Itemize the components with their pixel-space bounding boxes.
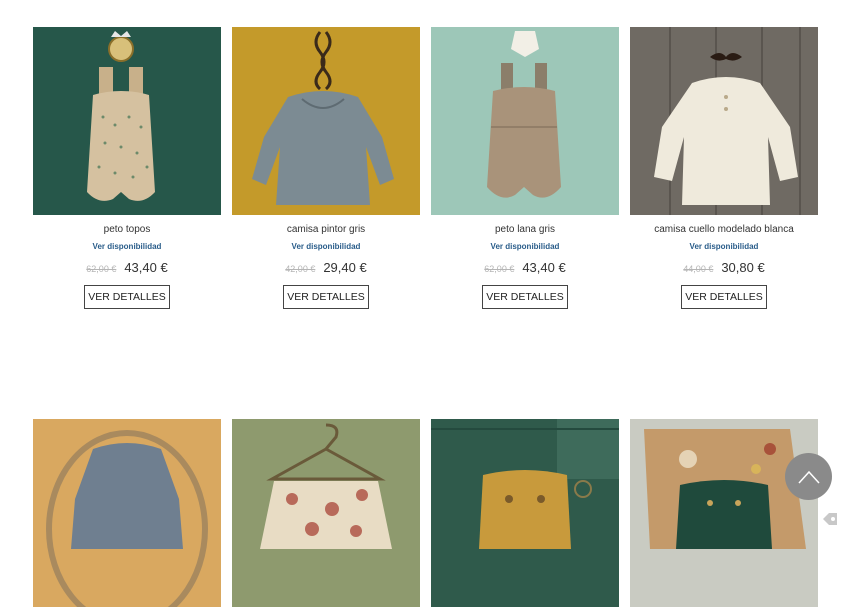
product-card: peto topos Ver disponibilidad 62,00 € 43… <box>33 27 221 309</box>
product-illustration <box>431 419 619 607</box>
product-illustration <box>630 27 818 215</box>
availability-link[interactable]: Ver disponibilidad <box>93 242 162 251</box>
view-details-button[interactable]: VER DETALLES <box>283 285 369 309</box>
availability-link[interactable]: Ver disponibilidad <box>690 242 759 251</box>
product-card <box>630 419 818 607</box>
product-image[interactable] <box>33 27 221 215</box>
current-price: 29,40 € <box>323 260 367 275</box>
product-card: camisa cuello modelado blanca Ver dispon… <box>630 27 818 309</box>
view-details-button[interactable]: VER DETALLES <box>681 285 767 309</box>
view-details-button[interactable]: VER DETALLES <box>84 285 170 309</box>
product-card: camisa pintor gris Ver disponibilidad 42… <box>232 27 420 309</box>
product-name[interactable]: camisa pintor gris <box>287 224 365 235</box>
price-block: 42,00 € 29,40 € <box>285 260 366 275</box>
product-image[interactable] <box>431 419 619 607</box>
current-price: 43,40 € <box>522 260 566 275</box>
product-row-1: peto topos Ver disponibilidad 62,00 € 43… <box>33 27 823 309</box>
product-illustration <box>232 27 420 215</box>
old-price: 62,00 € <box>484 264 515 274</box>
product-illustration <box>431 27 619 215</box>
price-block: 62,00 € 43,40 € <box>86 260 167 275</box>
product-image[interactable] <box>630 419 818 607</box>
product-card: peto lana gris Ver disponibilidad 62,00 … <box>431 27 619 309</box>
product-illustration <box>630 419 818 607</box>
product-image[interactable] <box>431 27 619 215</box>
product-name[interactable]: camisa cuello modelado blanca <box>654 224 794 235</box>
chevron-up-icon <box>797 470 820 484</box>
product-illustration <box>33 419 221 607</box>
current-price: 43,40 € <box>124 260 168 275</box>
product-image[interactable] <box>630 27 818 215</box>
product-grid: peto topos Ver disponibilidad 62,00 € 43… <box>33 27 823 607</box>
price-block: 44,00 € 30,80 € <box>683 260 764 275</box>
product-name[interactable]: peto topos <box>104 224 151 235</box>
product-card <box>431 419 619 607</box>
product-card <box>33 419 221 607</box>
product-image[interactable] <box>232 27 420 215</box>
product-illustration <box>33 27 221 215</box>
product-card <box>232 419 420 607</box>
product-row-2 <box>33 419 818 607</box>
product-name[interactable]: peto lana gris <box>495 224 555 235</box>
product-illustration <box>232 419 420 607</box>
scroll-to-top-button[interactable] <box>785 453 832 500</box>
old-price: 42,00 € <box>285 264 316 274</box>
availability-link[interactable]: Ver disponibilidad <box>292 242 361 251</box>
old-price: 44,00 € <box>683 264 714 274</box>
tag-icon <box>823 513 837 525</box>
product-image[interactable] <box>232 419 420 607</box>
view-details-button[interactable]: VER DETALLES <box>482 285 568 309</box>
old-price: 62,00 € <box>86 264 117 274</box>
current-price: 30,80 € <box>721 260 765 275</box>
product-image[interactable] <box>33 419 221 607</box>
availability-link[interactable]: Ver disponibilidad <box>491 242 560 251</box>
corner-tag[interactable] <box>821 511 839 532</box>
price-block: 62,00 € 43,40 € <box>484 260 565 275</box>
